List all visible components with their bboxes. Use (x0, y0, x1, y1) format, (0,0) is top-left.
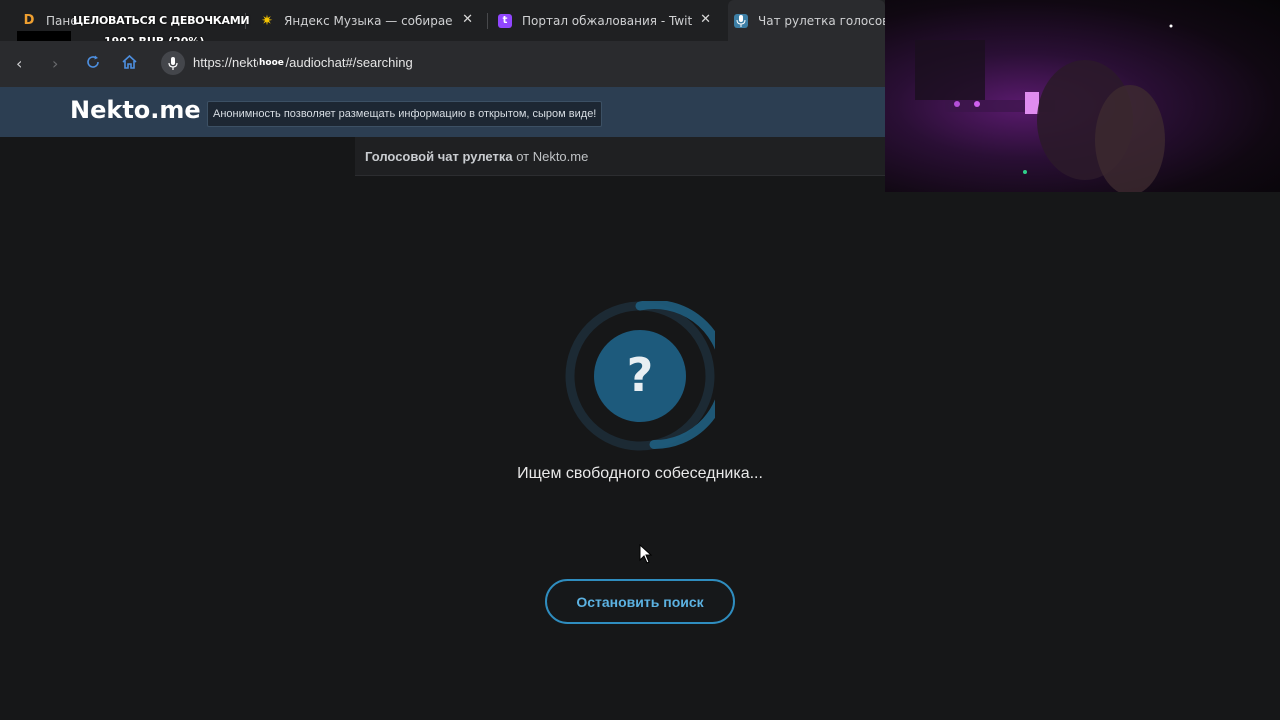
home-icon[interactable] (122, 54, 137, 73)
search-spinner: ? (565, 300, 729, 451)
site-microphone-icon[interactable] (161, 51, 185, 75)
close-tab-icon[interactable]: ✕ (700, 12, 711, 27)
url-overlay-text: hooe (258, 58, 285, 68)
tab-twitch[interactable]: t Портал обжалования - Twitch ✕ (493, 0, 723, 41)
address-bar[interactable]: https://nekto.me/audiochat#/searching (193, 55, 413, 70)
tab-divider (487, 13, 488, 29)
forward-icon[interactable]: › (52, 54, 58, 73)
subheader-text: Голосовой чат рулетка от Nekto.me (365, 149, 588, 164)
tab-title: Яндекс Музыка — собираем м (284, 13, 452, 28)
tab-nekto-active[interactable]: Чат рулетка голосовая (728, 0, 885, 41)
site-slogan: Анонимность позволяет размещать информац… (207, 101, 603, 127)
mouse-cursor-icon (639, 544, 653, 564)
reload-icon[interactable] (86, 54, 100, 73)
donationalerts-icon: D (23, 13, 35, 28)
subheader-title: Голосовой чат рулетка (365, 149, 513, 164)
tab-title: Чат рулетка голосовая (758, 13, 885, 28)
back-icon[interactable]: ‹ (16, 54, 22, 73)
chat-subheader: Голосовой чат рулетка от Nekto.me (355, 137, 885, 176)
tab-yandex-music[interactable]: ✷ Яндекс Музыка — собираем м ✕ (255, 0, 485, 41)
stream-title-overlay: ЦЕЛОВАТЬСЯ С ДЕВОЧКАМИ (73, 14, 250, 27)
webcam-overlay (885, 0, 1280, 192)
site-logo[interactable]: Nekto.me (70, 96, 201, 124)
tab-title: Портал обжалования - Twitch (522, 13, 692, 28)
subheader-suffix: от Nekto.me (512, 149, 589, 164)
microphone-icon (734, 13, 748, 28)
yandex-music-icon: ✷ (261, 12, 273, 29)
stop-search-button[interactable]: Остановить поиск (545, 579, 735, 624)
twitch-icon: t (498, 13, 512, 28)
searching-status: Ищем свободного собеседника... (517, 465, 763, 482)
site-header: Nekto.me Анонимность позволяет размещать… (0, 87, 885, 137)
close-tab-icon[interactable]: ✕ (462, 12, 473, 27)
browser-toolbar: ‹ › https://nekto.me/audiochat#/searchin… (0, 41, 885, 87)
question-mark-icon: ? (626, 348, 654, 402)
